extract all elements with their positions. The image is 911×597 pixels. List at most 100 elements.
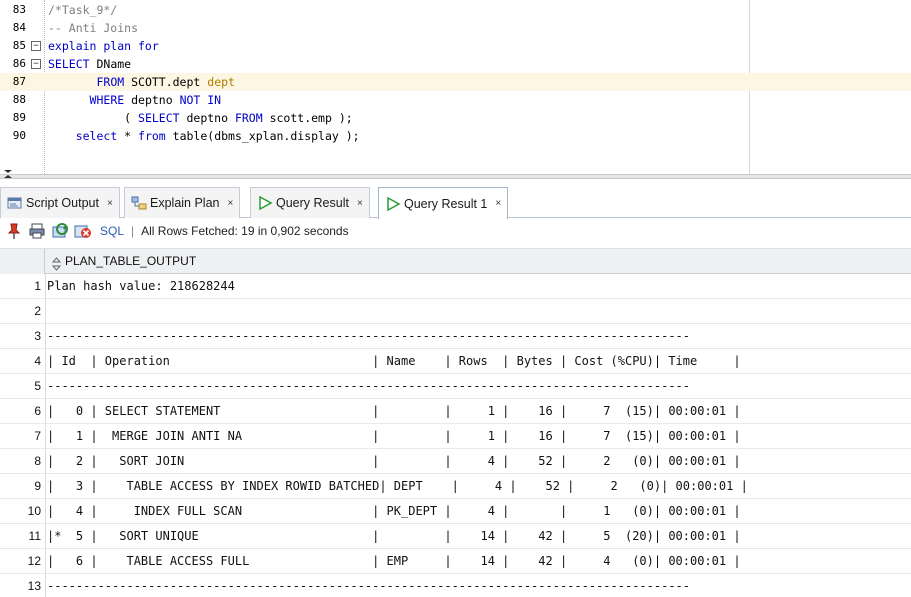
code-token-text: DName — [89, 57, 132, 71]
line-number: 87 — [12, 75, 26, 88]
table-row[interactable]: 4 | Id | Operation | Name | Rows | Bytes … — [0, 349, 911, 374]
sort-icon[interactable] — [51, 255, 62, 271]
table-row[interactable]: 13 --------------------------------------… — [0, 574, 911, 597]
row-number[interactable]: 7 — [0, 424, 45, 448]
code-text[interactable]: WHERE deptno NOT IN — [48, 91, 222, 109]
table-row[interactable]: 3 ---------------------------------------… — [0, 324, 911, 349]
code-token-text: SCOTT.dept — [124, 75, 208, 89]
code-token-text: table(dbms_xplan.display ); — [165, 129, 360, 143]
code-token-keyword: explain plan for — [48, 39, 159, 53]
tab-query-result-1[interactable]: Query Result 1 × — [378, 187, 509, 219]
table-row[interactable]: 6 | 0 | SELECT STATEMENT | | 1 | 16 | 7 (… — [0, 399, 911, 424]
tab-script-output[interactable]: Script Output × — [0, 187, 120, 218]
code-token-keyword: SELECT — [138, 111, 180, 125]
sql-link[interactable]: SQL — [100, 224, 124, 238]
table-row[interactable]: 11 |* 5 | SORT UNIQUE | | 14 | 42 | 5 (20… — [0, 524, 911, 549]
code-token-text: deptno — [124, 93, 180, 107]
code-line[interactable]: 89 ( SELECT deptno FROM scott.emp ); — [0, 109, 911, 127]
cell-plan-table-output[interactable]: | 3 | TABLE ACCESS BY INDEX ROWID BATCHE… — [47, 474, 748, 498]
table-row[interactable]: 7 | 1 | MERGE JOIN ANTI NA | | 1 | 16 | 7… — [0, 424, 911, 449]
line-number: 85 — [12, 39, 26, 52]
code-line[interactable]: 86− SELECT DName — [0, 55, 911, 73]
code-token-keyword: select — [75, 129, 118, 143]
code-text[interactable]: SELECT DName — [48, 55, 131, 73]
table-row[interactable]: 5 ---------------------------------------… — [0, 374, 911, 399]
row-number[interactable]: 2 — [0, 299, 45, 323]
line-number: 89 — [12, 111, 26, 124]
code-line[interactable]: 83 /*Task_9*/ — [0, 1, 911, 19]
tab-explain-plan[interactable]: Explain Plan × — [124, 187, 241, 218]
row-number[interactable]: 6 — [0, 399, 45, 423]
refresh-icon[interactable] — [51, 222, 69, 240]
result-grid[interactable]: PLAN_TABLE_OUTPUT 1 Plan hash value: 2186… — [0, 248, 911, 597]
row-number-header[interactable] — [0, 249, 45, 274]
table-row[interactable]: 12 | 6 | TABLE ACCESS FULL | EMP | 14 | 4… — [0, 549, 911, 574]
cell-plan-table-output[interactable]: ----------------------------------------… — [47, 324, 690, 348]
code-token-keyword: NOT IN — [179, 93, 222, 107]
code-text[interactable]: explain plan for — [48, 37, 159, 55]
cell-plan-table-output[interactable]: | 4 | INDEX FULL SCAN | PK_DEPT | 4 | | … — [47, 499, 741, 523]
code-line[interactable]: 90 select * from table(dbms_xplan.displa… — [0, 127, 911, 145]
row-number[interactable]: 11 — [0, 524, 45, 548]
code-text[interactable]: /*Task_9*/ — [48, 1, 117, 19]
pin-icon[interactable] — [5, 222, 23, 240]
cell-plan-table-output[interactable]: | 0 | SELECT STATEMENT | | 1 | 16 | 7 (1… — [47, 399, 741, 423]
code-line[interactable]: 85− explain plan for — [0, 37, 911, 55]
cell-plan-table-output[interactable]: ----------------------------------------… — [47, 374, 690, 398]
cell-plan-table-output[interactable]: | 2 | SORT JOIN | | 4 | 52 | 2 (0)| 00:0… — [47, 449, 741, 473]
row-number[interactable]: 3 — [0, 324, 45, 348]
close-icon[interactable]: × — [495, 198, 501, 209]
fold-toggle-icon[interactable]: − — [31, 59, 41, 69]
fetch-status: All Rows Fetched: 19 in 0,902 seconds — [141, 224, 349, 238]
cancel-query-icon[interactable] — [74, 222, 92, 240]
code-line[interactable]: 84 -- Anti Joins — [0, 19, 911, 37]
code-line[interactable]: 88 WHERE deptno NOT IN — [0, 91, 911, 109]
row-number[interactable]: 10 — [0, 499, 45, 523]
sql-editor[interactable]: 83 /*Task_9*/ 84 -- Anti Joins 85− explain pl… — [0, 0, 911, 174]
tab-query-result[interactable]: Query Result × — [250, 187, 370, 218]
code-token-text: scott.emp ); — [262, 111, 353, 125]
code-text[interactable]: select * from table(dbms_xplan.display )… — [48, 127, 360, 145]
close-icon[interactable]: × — [357, 198, 363, 209]
code-token-text: * — [117, 129, 139, 143]
code-text[interactable]: -- Anti Joins — [48, 19, 138, 37]
editor-results-splitter[interactable] — [0, 174, 911, 179]
table-row[interactable]: 2 — [0, 299, 911, 324]
table-row[interactable]: 8 | 2 | SORT JOIN | | 4 | 52 | 2 (0)| 00:… — [0, 449, 911, 474]
code-line[interactable]: 87 FROM SCOTT.dept dept — [0, 73, 911, 91]
print-icon[interactable] — [28, 222, 46, 240]
code-token-keyword: WHERE — [89, 93, 125, 107]
result-tabs: Script Output × Explain Plan × Query Res… — [0, 180, 911, 219]
table-row[interactable]: 10 | 4 | INDEX FULL SCAN | PK_DEPT | 4 | … — [0, 499, 911, 524]
cell-plan-table-output[interactable]: |* 5 | SORT UNIQUE | | 14 | 42 | 5 (20)|… — [47, 524, 741, 548]
column-header-plan-table-output[interactable]: PLAN_TABLE_OUTPUT — [46, 249, 196, 274]
row-number[interactable]: 8 — [0, 449, 45, 473]
close-icon[interactable]: × — [228, 198, 234, 209]
row-number[interactable]: 4 — [0, 349, 45, 373]
row-number[interactable]: 12 — [0, 549, 45, 573]
tab-label: Script Output — [26, 196, 99, 210]
cell-plan-table-output[interactable]: ----------------------------------------… — [47, 574, 690, 597]
row-number[interactable]: 1 — [0, 274, 45, 298]
play-icon — [257, 195, 273, 211]
cell-plan-table-output[interactable]: | Id | Operation | Name | Rows | Bytes |… — [47, 349, 741, 373]
close-icon[interactable]: × — [107, 198, 113, 209]
code-token-text: deptno — [179, 111, 235, 125]
code-token-comment: /*Task_9*/ — [48, 3, 118, 17]
code-text[interactable]: ( SELECT deptno FROM scott.emp ); — [48, 109, 353, 127]
splitter-toggle-icon[interactable] — [2, 168, 14, 180]
grid-header: PLAN_TABLE_OUTPUT — [0, 248, 911, 274]
table-row[interactable]: 9 | 3 | TABLE ACCESS BY INDEX ROWID BATCH… — [0, 474, 911, 499]
code-text[interactable]: FROM SCOTT.dept dept — [48, 73, 235, 91]
row-number[interactable]: 5 — [0, 374, 45, 398]
fold-toggle-icon[interactable]: − — [31, 41, 41, 51]
cell-plan-table-output[interactable]: | 6 | TABLE ACCESS FULL | EMP | 14 | 42 … — [47, 549, 741, 573]
cell-plan-table-output[interactable]: | 1 | MERGE JOIN ANTI NA | | 1 | 16 | 7 … — [47, 424, 741, 448]
row-number[interactable]: 9 — [0, 474, 45, 498]
line-number: 83 — [12, 3, 26, 16]
cell-plan-table-output[interactable]: Plan hash value: 218628244 — [47, 274, 235, 298]
row-number[interactable]: 13 — [0, 574, 45, 597]
table-row[interactable]: 1 Plan hash value: 218628244 — [0, 274, 911, 299]
